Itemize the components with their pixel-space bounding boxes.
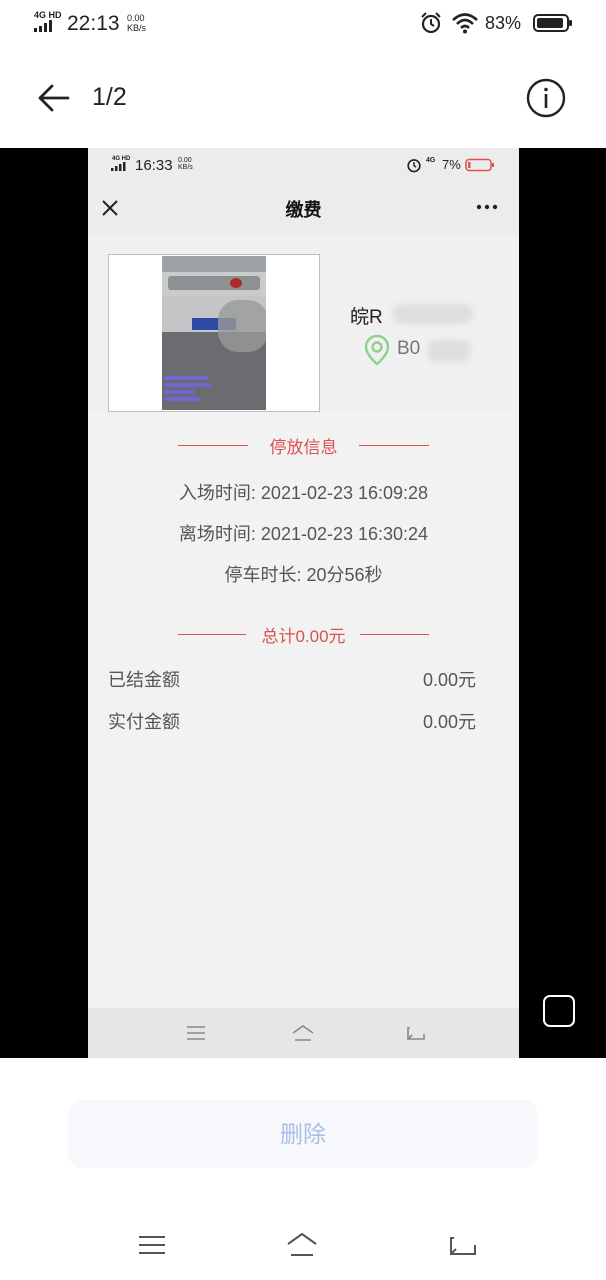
- home-icon[interactable]: [285, 1230, 319, 1260]
- location-pin-icon: [364, 334, 390, 366]
- exit-time: 离场时间: 2021-02-23 16:30:24: [178, 524, 429, 544]
- settled-amount-value: 0.00元: [422, 670, 476, 690]
- inner-network-speed: 0.00 KB/s: [178, 157, 193, 171]
- inner-page-title: 缴费: [285, 200, 322, 220]
- system-nav-bar: [0, 1210, 606, 1280]
- divider-right: [360, 634, 429, 635]
- more-icon: [476, 204, 498, 210]
- total-amount: 总计0.00元: [261, 627, 346, 646]
- divider-right: [359, 445, 429, 446]
- parking-spot: B0: [397, 338, 421, 359]
- parking-info-title: 停放信息: [269, 438, 338, 457]
- spot-redaction: [428, 340, 470, 362]
- signal-icon: [34, 20, 52, 32]
- parking-duration: 停车时长: 20分56秒: [224, 565, 383, 585]
- inner-status-bar: 4G HD 16:33 0.00 KB/s 4G 7%: [88, 148, 519, 182]
- screenshot-image: 4G HD 16:33 0.00 KB/s 4G 7% 缴费 皖R B0 停放信…: [88, 148, 519, 1058]
- inner-network-type-2: 4G: [426, 157, 436, 164]
- paid-amount-value: 0.00元: [422, 712, 476, 732]
- network-type: 4G HD: [34, 10, 62, 20]
- inner-network-speed-unit: KB/s: [178, 164, 193, 171]
- entry-time: 入场时间: 2021-02-23 16:09:28: [178, 483, 429, 503]
- plate-redaction: [393, 304, 473, 324]
- total-section-header: 总计0.00元: [88, 622, 519, 646]
- image-viewer[interactable]: 4G HD 16:33 0.00 KB/s 4G 7% 缴费 皖R B0 停放信…: [0, 148, 606, 1058]
- inner-alarm-icon: [407, 159, 421, 173]
- back-arrow-icon[interactable]: [34, 78, 74, 118]
- battery-icon: [533, 14, 572, 32]
- inner-battery-percent: 7%: [442, 157, 461, 172]
- page-indicator: 1/2: [92, 83, 127, 111]
- inner-header: 缴费: [88, 182, 519, 234]
- fullscreen-toggle-icon[interactable]: [543, 995, 575, 1027]
- battery-percent: 83%: [485, 13, 522, 33]
- paid-amount-label: 实付金额: [108, 712, 180, 732]
- inner-menu-icon: [187, 1026, 205, 1040]
- vehicle-photo: [162, 256, 266, 410]
- network-speed-value: 0.00: [127, 13, 145, 23]
- wifi-icon: [452, 13, 478, 34]
- inner-clock: 16:33: [135, 157, 173, 174]
- back-icon[interactable]: [445, 1230, 479, 1260]
- network-speed-unit: KB/s: [127, 23, 147, 33]
- inner-home-icon: [292, 1025, 314, 1041]
- inner-nav-bar: [88, 1008, 519, 1058]
- vehicle-card: 皖R B0: [88, 234, 519, 412]
- inner-back-icon: [407, 1027, 425, 1040]
- inner-battery-low-icon: [465, 158, 494, 172]
- clock: 22:13: [67, 12, 120, 35]
- network-speed: 0.00 KB/s: [127, 13, 146, 33]
- license-plate: 皖R: [350, 307, 383, 328]
- inner-signal-icon: [111, 162, 126, 171]
- delete-button[interactable]: 删除: [68, 1100, 538, 1168]
- info-icon[interactable]: [525, 77, 567, 119]
- car-front-picture: [162, 256, 266, 410]
- settled-amount-row: 已结金额 0.00元: [108, 666, 476, 690]
- menu-icon[interactable]: [135, 1230, 169, 1260]
- top-bar: 1/2: [0, 46, 606, 148]
- vehicle-photo-frame: [108, 254, 320, 412]
- paid-amount-row: 实付金额 0.00元: [108, 708, 476, 732]
- status-bar: 4G HD 22:13 0.00 KB/s 83%: [0, 0, 606, 46]
- alarm-icon: [421, 12, 441, 34]
- inner-network-speed-value: 0.00: [178, 157, 192, 164]
- parking-info-section-header: 停放信息: [88, 433, 519, 457]
- settled-amount-label: 已结金额: [108, 670, 180, 690]
